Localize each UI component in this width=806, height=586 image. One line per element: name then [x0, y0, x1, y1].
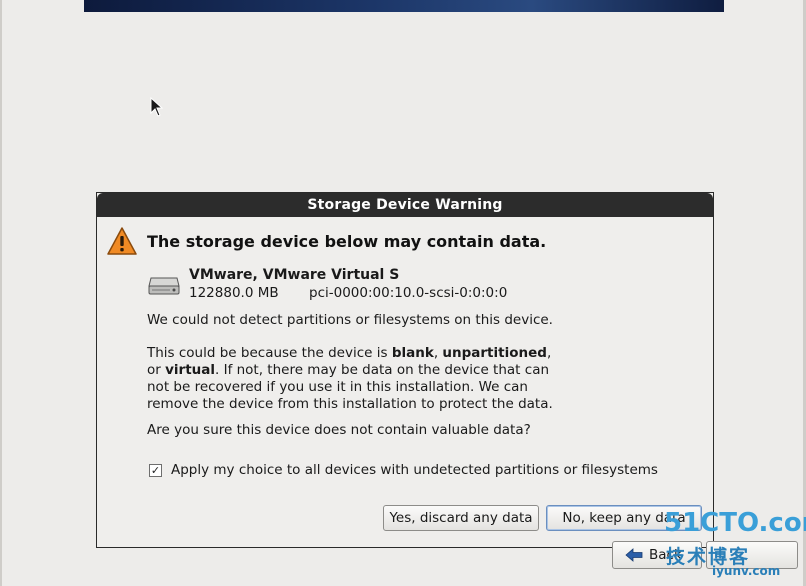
apply-all-label[interactable]: Apply my choice to all devices with unde…: [171, 462, 658, 478]
apply-all-checkbox[interactable]: ✓: [149, 463, 162, 477]
warning-triangle-icon: [107, 227, 137, 255]
detect-message: We could not detect partitions or filesy…: [147, 312, 553, 328]
explanation-text: This could be because the device is: [147, 345, 392, 361]
discard-data-button[interactable]: Yes, discard any data: [383, 505, 539, 531]
storage-warning-dialog: Storage Device Warning The storage devic…: [96, 192, 714, 548]
installer-header-banner: [84, 0, 724, 12]
confirm-question: Are you sure this device does not contai…: [147, 422, 531, 438]
left-border: [0, 0, 2, 586]
device-name: VMware, VMware Virtual S: [189, 267, 400, 283]
device-path: pci-0000:00:10.0-scsi-0:0:0:0: [309, 285, 508, 301]
warning-headline: The storage device below may contain dat…: [147, 232, 547, 251]
dialog-titlebar[interactable]: Storage Device Warning: [97, 193, 713, 217]
hard-drive-icon: [148, 277, 180, 295]
dialog-body: The storage device below may contain dat…: [97, 217, 713, 547]
arrow-left-icon: [625, 548, 643, 562]
explanation-bold-virtual: virtual: [165, 362, 215, 378]
explanation-text: ,: [546, 345, 552, 361]
explanation-bold-unpartitioned: unpartitioned: [442, 345, 547, 361]
site-watermark: 51CTO.com 技术博客 iyunv.com: [660, 508, 806, 582]
mouse-pointer-icon: [150, 97, 164, 117]
watermark-line3: iyunv.com: [712, 564, 781, 578]
apply-all-row[interactable]: ✓ Apply my choice to all devices with un…: [149, 462, 658, 478]
dialog-title: Storage Device Warning: [307, 197, 503, 213]
watermark-line1: 51CTO.com: [664, 508, 806, 538]
device-size: 122880.0 MB: [189, 285, 279, 301]
explanation-bold-blank: blank: [391, 345, 434, 361]
explanation-text: remove the device from this installation…: [147, 396, 553, 412]
installer-screen: Storage Device Warning The storage devic…: [0, 0, 806, 586]
explanation-text: not be recovered if you use it in this i…: [147, 379, 528, 395]
explanation-text: or: [147, 362, 166, 378]
explanation-text: . If not, there may be data on the devic…: [215, 362, 550, 378]
explanation-message: This could be because the device is blan…: [147, 345, 587, 413]
